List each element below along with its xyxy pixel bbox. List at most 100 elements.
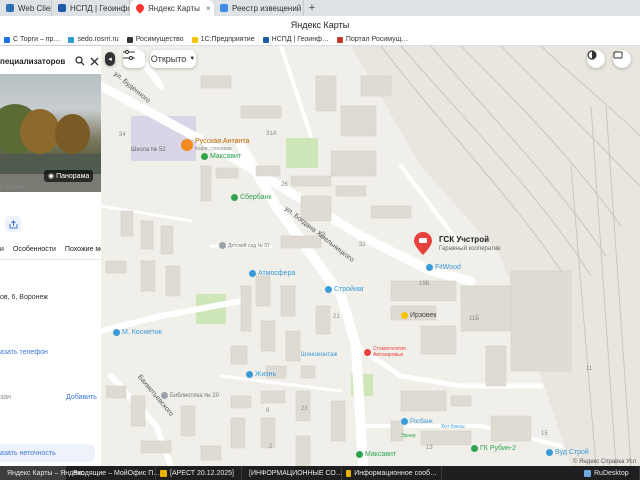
place-photo[interactable]: ◉ Панорама	[0, 74, 101, 192]
rating-text[interactable]: 6 отзыв	[0, 184, 25, 191]
bookmark-item[interactable]: Портал Росимущ…	[333, 36, 413, 43]
bookmark-icon	[262, 36, 269, 43]
bookmark-item[interactable]: C Торги – пр…	[0, 36, 64, 43]
map-settings-button[interactable]	[613, 50, 631, 68]
shop-icon	[546, 449, 553, 456]
bookmarks-bar: C Торги – пр… sedo.rosrri.ru Росимуществ…	[0, 34, 640, 46]
pharmacy-icon	[201, 153, 208, 160]
report-inaccuracy-button[interactable]: азать неточность	[0, 444, 95, 462]
poi-dentistry[interactable]: Стоматология Автозаровых	[364, 346, 425, 358]
map-pin-icon	[414, 232, 432, 255]
poi-fitwood[interactable]: FitWood	[426, 264, 461, 271]
taskbar-item-info-message[interactable]: Информационное сооб…	[342, 466, 442, 480]
browser-tab-registry[interactable]: Реестр извещений ×	[214, 0, 304, 16]
collapse-panel-button[interactable]: ◂	[105, 52, 115, 66]
new-tab-button[interactable]: +	[304, 0, 320, 16]
house-number: 15	[541, 431, 548, 437]
share-button[interactable]	[5, 216, 21, 232]
bookmark-item[interactable]: Росимущество	[123, 36, 188, 43]
search-icon[interactable]	[73, 54, 87, 68]
poi-stroymag[interactable]: Стройиаг	[325, 286, 364, 293]
map-graphics	[101, 46, 640, 466]
hours-label: зан	[0, 394, 11, 401]
close-icon[interactable]: ×	[206, 4, 211, 13]
poi-vud-stroy[interactable]: Вуд Строй	[546, 449, 589, 456]
taskbar-item-yandex-maps[interactable]: Яндекс Карты – Яндекс	[0, 466, 84, 480]
house-number: 32	[359, 242, 366, 248]
browser-tab-bar: Web Client НСПД | Геоинформацион… × Янде…	[0, 0, 640, 16]
poi-maksavit[interactable]: Максавит	[201, 153, 241, 160]
folder-icon	[160, 469, 167, 477]
poi-atmosfera[interactable]: Атмосфера	[249, 270, 295, 277]
search-input[interactable]: пециализаторов	[0, 57, 73, 66]
bookmark-icon	[191, 36, 198, 43]
tab-label: Реестр извещений	[232, 3, 302, 13]
poi-russkaya-antanta[interactable]: Русская Антанта Кафе, столовая	[181, 138, 249, 152]
service-icon	[401, 312, 408, 319]
poi-kindergarten[interactable]: Детский сад № 97	[219, 242, 270, 249]
search-box[interactable]: пециализаторов	[0, 50, 101, 72]
panorama-icon: ◉	[48, 173, 55, 180]
bookmark-item[interactable]: sedo.rosrri.ru	[64, 36, 122, 43]
poi-erner[interactable]: Эрнер	[401, 433, 416, 439]
garage-icon	[471, 445, 478, 452]
browser-tab-nspd[interactable]: НСПД | Геоинформацион… ×	[52, 0, 130, 16]
close-icon[interactable]	[87, 54, 101, 68]
filters-button[interactable]	[123, 50, 145, 68]
open-now-filter[interactable]: Открыто ▼	[150, 50, 196, 68]
poi-gk-rubin[interactable]: ГК Рубин-2	[471, 445, 516, 452]
tab-favicon-icon	[220, 4, 228, 12]
tab-favicon-icon	[58, 4, 66, 12]
park-area	[286, 138, 318, 168]
cosmetics-icon	[113, 329, 120, 336]
poi-m-kosmetik[interactable]: М. Косметик	[113, 329, 162, 336]
map-copyright[interactable]: © Яндекс Справка Усл	[573, 459, 636, 465]
bookmark-icon	[4, 36, 10, 43]
browser-tab-web-client[interactable]: Web Client	[0, 0, 52, 16]
poi-maksavit-2[interactable]: Максавит	[356, 451, 396, 458]
poi-rosbank[interactable]: Росбанк	[401, 418, 433, 425]
browser-tab-yandex-maps[interactable]: Яндекс Карты ×	[130, 0, 214, 16]
taskbar-item-arrest-folder[interactable]: [АРЕСТ 20.12.2025]	[156, 466, 242, 480]
shop-icon	[426, 264, 433, 271]
house-number: 6	[266, 408, 270, 414]
taskbar-item-rudesktop[interactable]: RuDesktop	[580, 466, 640, 480]
tab-features[interactable]: Особенности	[13, 246, 65, 259]
layers-button[interactable]	[587, 50, 605, 68]
bookmark-item[interactable]: НСПД | Геоинф…	[259, 36, 333, 43]
panel-tabs: и Особенности Похожие ме	[0, 246, 101, 260]
taskbar-item-mail[interactable]: Входящие – МойОфис П…	[66, 466, 160, 480]
selected-place-marker[interactable]	[413, 232, 433, 256]
kindergarten-icon	[219, 242, 226, 249]
poi-shinomontazh[interactable]: Шиномонтаж	[301, 352, 337, 358]
pharmacy-icon	[356, 451, 363, 458]
tab-overview[interactable]: и	[0, 246, 13, 259]
add-link[interactable]: Добавить	[66, 394, 97, 401]
poi-zhizn[interactable]: Жизнь	[246, 371, 276, 378]
photo-tree	[20, 109, 60, 154]
taskbar-item-info-folder[interactable]: [ИНФОРМАЦИОННЫЕ СО…	[242, 466, 343, 480]
bookmark-item[interactable]: 1С:Предприятие	[188, 36, 259, 43]
poi-hot-boxes[interactable]: Хот боксы	[441, 424, 465, 430]
panorama-button[interactable]: ◉ Панорама	[44, 170, 94, 182]
filters-icon	[123, 50, 135, 60]
poi-sberbank[interactable]: Сбербанк	[231, 194, 271, 201]
shop-icon	[325, 286, 332, 293]
dentist-icon	[364, 348, 371, 356]
poi-library[interactable]: Библиотека № 20	[161, 392, 219, 399]
map-canvas[interactable]: ◂ Открыто ▼ ГСК Учстрой Гаражный кооперат…	[101, 46, 640, 466]
house-number: 19Б	[419, 281, 430, 287]
shop-icon	[249, 270, 256, 277]
selected-place-category: Гаражный кооператив	[439, 246, 501, 252]
chevron-down-icon: ▼	[189, 56, 196, 62]
document-icon	[346, 469, 352, 477]
poi-irzovek[interactable]: Ирзовек	[401, 312, 436, 319]
place-panel: пециализаторов ◉ Панорама 6 отзыв и Особ…	[0, 46, 101, 466]
tab-similar[interactable]: Похожие ме	[65, 246, 101, 259]
selected-place-name[interactable]: ГСК Учстрой	[439, 236, 489, 244]
bookmark-icon	[336, 36, 343, 43]
rudesktop-icon	[584, 469, 591, 477]
show-phone-link[interactable]: азать телефон	[0, 349, 48, 356]
house-number: 23	[301, 406, 308, 412]
bookmark-icon	[126, 36, 133, 43]
